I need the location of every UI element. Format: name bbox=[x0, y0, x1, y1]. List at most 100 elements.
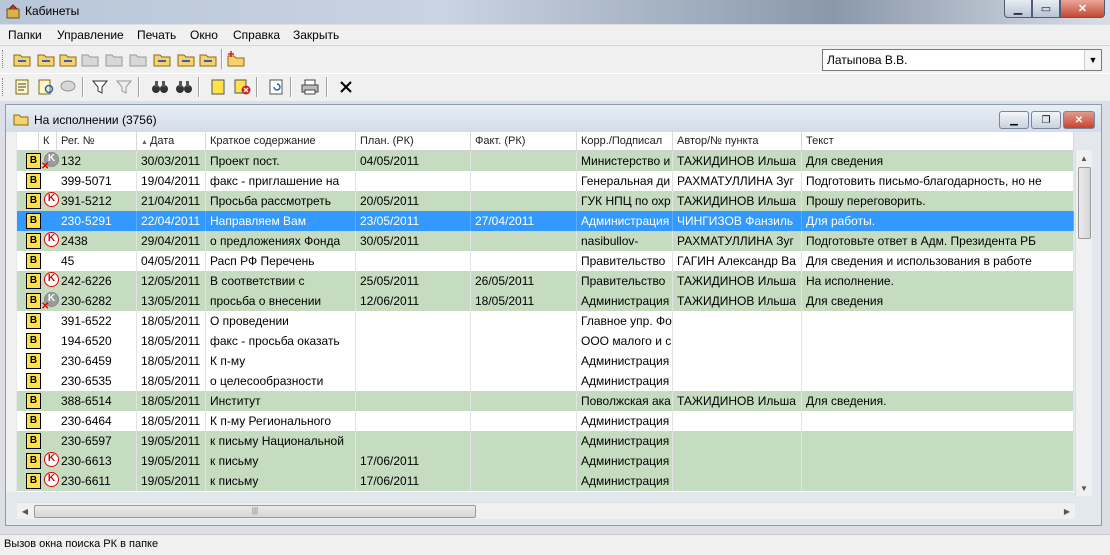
table-row[interactable]: B 230-6459 18/05/2011 К п-му Администрация bbox=[17, 351, 1074, 371]
table-row[interactable]: B K 242-6226 12/05/2011 В соответствии с 25/0… bbox=[17, 271, 1074, 291]
cell-plan: 25/05/2011 bbox=[356, 271, 471, 291]
table-row[interactable]: B 230-6464 18/05/2011 К п-му Регионального А… bbox=[17, 411, 1074, 431]
horizontal-scrollbar[interactable]: ◀ ||| ▶ bbox=[17, 502, 1075, 519]
column-header-plan[interactable]: План. (РК) bbox=[356, 132, 471, 150]
minimize-button[interactable]: ▁ bbox=[1004, 0, 1032, 18]
cell-fact bbox=[471, 471, 577, 491]
cell-author bbox=[673, 331, 802, 351]
cell-reg: 230-6535 bbox=[57, 371, 137, 391]
close-icon[interactable] bbox=[336, 78, 356, 96]
table-row[interactable]: B K 391-5212 21/04/2011 Просьба рассмотреть 2… bbox=[17, 191, 1074, 211]
table-row[interactable]: B 230-5291 22/04/2011 Направляем Вам 23/05/2… bbox=[17, 211, 1074, 231]
column-header-author[interactable]: Автор/№ пункта bbox=[673, 132, 802, 150]
document-icon[interactable] bbox=[12, 78, 32, 96]
toolbar-grip[interactable] bbox=[2, 50, 6, 68]
document-search-icon[interactable] bbox=[36, 78, 56, 96]
menu-print[interactable]: Печать bbox=[137, 28, 176, 42]
menu-manage[interactable]: Управление bbox=[57, 28, 124, 42]
table-row[interactable]: B 388-6514 18/05/2011 Институт Поволжская ак… bbox=[17, 391, 1074, 411]
cell-corr: Администрация bbox=[577, 211, 673, 231]
table-row[interactable]: B 194-6520 18/05/2011 факс - просьба оказат… bbox=[17, 331, 1074, 351]
inner-minimize-button[interactable]: ▁ bbox=[999, 111, 1029, 129]
column-header-corr[interactable]: Корр./Подписал bbox=[577, 132, 673, 150]
card-icon[interactable] bbox=[208, 78, 228, 96]
folder-disabled-icon[interactable] bbox=[104, 50, 124, 68]
table-row[interactable]: B 45 04/05/2011 Расп РФ Перечень Правительст… bbox=[17, 251, 1074, 271]
vertical-scrollbar[interactable]: ▲ ▼ bbox=[1075, 150, 1092, 496]
cell-fact bbox=[471, 311, 577, 331]
cell-plan bbox=[356, 411, 471, 431]
column-header-summary[interactable]: Краткое содержание bbox=[206, 132, 356, 150]
card-delete-icon[interactable] bbox=[232, 78, 252, 96]
column-header-reg[interactable]: Рег. № bbox=[57, 132, 137, 150]
menu-folders[interactable]: Папки bbox=[8, 28, 42, 42]
chevron-down-icon[interactable]: ▼ bbox=[1084, 50, 1101, 70]
binoculars-icon[interactable] bbox=[150, 78, 170, 96]
folder-icon[interactable] bbox=[58, 50, 78, 68]
column-header-fact[interactable]: Факт. (РК) bbox=[471, 132, 577, 150]
comment-disabled-icon[interactable] bbox=[58, 78, 78, 96]
menu-help[interactable]: Справка bbox=[233, 28, 280, 42]
table-row[interactable]: B K 230-6611 19/05/2011 к письму 17/06/2011 Ад… bbox=[17, 471, 1074, 491]
vertical-scroll-thumb[interactable] bbox=[1078, 167, 1091, 239]
cell-corr: Администрация bbox=[577, 371, 673, 391]
cell-date: 21/04/2011 bbox=[137, 191, 206, 211]
column-header-k[interactable]: К bbox=[39, 132, 57, 150]
document-card-icon: B bbox=[26, 353, 41, 369]
cell-date: 18/05/2011 bbox=[137, 391, 206, 411]
scroll-right-icon[interactable]: ▶ bbox=[1059, 503, 1075, 519]
folder-open-icon bbox=[13, 114, 29, 126]
column-header-icon[interactable] bbox=[17, 132, 39, 150]
cell-reg: 391-6522 bbox=[57, 311, 137, 331]
toolbar-grip[interactable] bbox=[2, 78, 6, 96]
scroll-up-icon[interactable]: ▲ bbox=[1076, 150, 1092, 166]
cell-plan bbox=[356, 371, 471, 391]
cell-summary: О проведении bbox=[206, 311, 356, 331]
toolbar-separator bbox=[290, 77, 292, 97]
refresh-document-icon[interactable] bbox=[266, 78, 286, 96]
folder-disabled-icon[interactable] bbox=[128, 50, 148, 68]
table-row[interactable]: B 399-5071 19/04/2011 факс - приглашение на… bbox=[17, 171, 1074, 191]
cell-fact bbox=[471, 171, 577, 191]
folder-icon[interactable] bbox=[176, 50, 196, 68]
table-row[interactable]: B 230-6597 19/05/2011 к письму Национальной… bbox=[17, 431, 1074, 451]
filter-disabled-icon[interactable] bbox=[114, 78, 134, 96]
table-row[interactable]: B K 2438 29/04/2011 о предложениях Фонда 30/0… bbox=[17, 231, 1074, 251]
maximize-button[interactable]: ▭ bbox=[1032, 0, 1060, 18]
print-icon[interactable] bbox=[300, 78, 320, 96]
filter-icon[interactable] bbox=[90, 78, 110, 96]
scroll-left-icon[interactable]: ◀ bbox=[17, 503, 33, 519]
folder-icon[interactable] bbox=[36, 50, 56, 68]
scroll-down-icon[interactable]: ▼ bbox=[1076, 480, 1092, 496]
new-folder-icon[interactable] bbox=[226, 50, 246, 68]
cell-author bbox=[673, 451, 802, 471]
table-row[interactable]: B K ✕ 230-6282 13/05/2011 просьба о внесении 1… bbox=[17, 291, 1074, 312]
user-select[interactable]: Латыпова В.В. ▼ bbox=[822, 49, 1102, 71]
folder-icon[interactable] bbox=[198, 50, 218, 68]
document-card-icon: B bbox=[26, 413, 41, 429]
menu-window[interactable]: Окно bbox=[190, 28, 218, 42]
cell-author: ЧИНГИЗОВ Фанзиль bbox=[673, 211, 802, 231]
document-card-icon: B bbox=[26, 213, 41, 229]
binoculars-icon[interactable] bbox=[174, 78, 194, 96]
inner-close-button[interactable]: ✕ bbox=[1063, 111, 1095, 129]
cell-date: 18/05/2011 bbox=[137, 351, 206, 371]
folder-disabled-icon[interactable] bbox=[80, 50, 100, 68]
table-row[interactable]: B 230-6535 18/05/2011 о целесообразности Адм… bbox=[17, 371, 1074, 391]
menu-close[interactable]: Закрыть bbox=[293, 28, 339, 42]
cell-plan: 12/06/2011 bbox=[356, 291, 471, 311]
column-header-text[interactable]: Текст bbox=[802, 132, 1074, 150]
folder-icon[interactable] bbox=[12, 50, 32, 68]
table-row[interactable]: B K ✕ 132 30/03/2011 Проект пост. 04/05/2011 Ми… bbox=[17, 151, 1074, 172]
cell-author: ТАЖИДИНОВ Ильша bbox=[673, 291, 802, 311]
inner-restore-button[interactable]: ❐ bbox=[1031, 111, 1061, 129]
folder-icon[interactable] bbox=[152, 50, 172, 68]
column-header-date[interactable]: ▲ Дата bbox=[137, 132, 206, 150]
horizontal-scroll-thumb[interactable]: ||| bbox=[34, 505, 476, 518]
close-button[interactable]: ✕ bbox=[1060, 0, 1105, 18]
table-row[interactable]: B 391-6522 18/05/2011 О проведении Главное у… bbox=[17, 311, 1074, 331]
cell-corr: Генеральная ди bbox=[577, 171, 673, 191]
cell-text bbox=[802, 351, 1074, 371]
table-row[interactable]: B K 230-6613 19/05/2011 к письму 17/06/2011 Ад… bbox=[17, 451, 1074, 471]
cell-reg: 388-6514 bbox=[57, 391, 137, 411]
